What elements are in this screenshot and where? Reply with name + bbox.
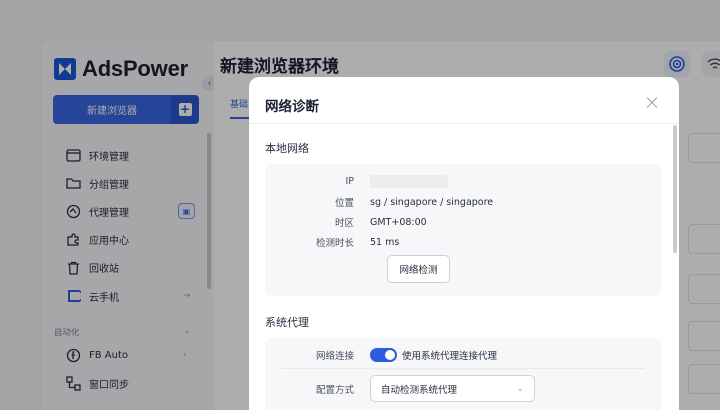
timezone-label: 时区 (334, 218, 354, 229)
chevron-down-icon: ⌄ (516, 383, 524, 394)
system-proxy-heading: 系统代理 (265, 316, 309, 329)
location-row: 位置 sg / singapore / singapore (265, 195, 494, 210)
timezone-row: 时区 GMT+08:00 (265, 215, 427, 230)
config-method-value: 自动检测系统代理 (381, 384, 458, 396)
close-icon[interactable]: × (643, 92, 661, 112)
local-network-heading: 本地网络 (265, 142, 309, 155)
location-label: 位置 (334, 198, 354, 209)
ip-label: IP (345, 176, 354, 187)
duration-row: 检测时长 51 ms (265, 235, 400, 250)
dialog-scrollbar[interactable] (673, 125, 677, 253)
network-check-button[interactable]: 网络检测 (387, 255, 450, 283)
row-divider (281, 368, 645, 369)
system-proxy-card: 网络连接 使用系统代理连接代理 配置方式 自动检测系统代理 ⌄ (265, 338, 661, 410)
duration-value: 51 ms (370, 236, 400, 248)
config-label: 配置方式 (315, 384, 354, 396)
screen: AdsPower ‹ 新建浏览器 + 环境管理 分组管理 代理管理 ▣ 应用中心… (0, 0, 720, 410)
connection-row: 网络连接 使用系统代理连接代理 (265, 348, 497, 362)
dialog-divider (249, 123, 679, 124)
ip-value-masked (370, 175, 448, 188)
dialog-title: 网络诊断 (265, 99, 319, 115)
toggle-text: 使用系统代理连接代理 (402, 351, 498, 362)
local-network-card: IP 位置 sg / singapore / singapore 时区 GMT+… (265, 164, 661, 296)
network-check-label: 网络检测 (399, 265, 438, 276)
connection-label: 网络连接 (315, 351, 354, 362)
timezone-value: GMT+08:00 (370, 216, 427, 228)
location-value: sg / singapore / singapore (370, 196, 494, 208)
duration-label: 检测时长 (315, 238, 354, 249)
config-method-select[interactable]: 自动检测系统代理 ⌄ (370, 375, 535, 402)
network-diagnosis-dialog: 网络诊断 × 本地网络 IP 位置 sg / singapore / singa… (249, 77, 679, 410)
use-system-proxy-toggle[interactable] (370, 348, 397, 362)
ip-row: IP (265, 175, 448, 188)
config-row: 配置方式 自动检测系统代理 ⌄ (265, 375, 535, 402)
